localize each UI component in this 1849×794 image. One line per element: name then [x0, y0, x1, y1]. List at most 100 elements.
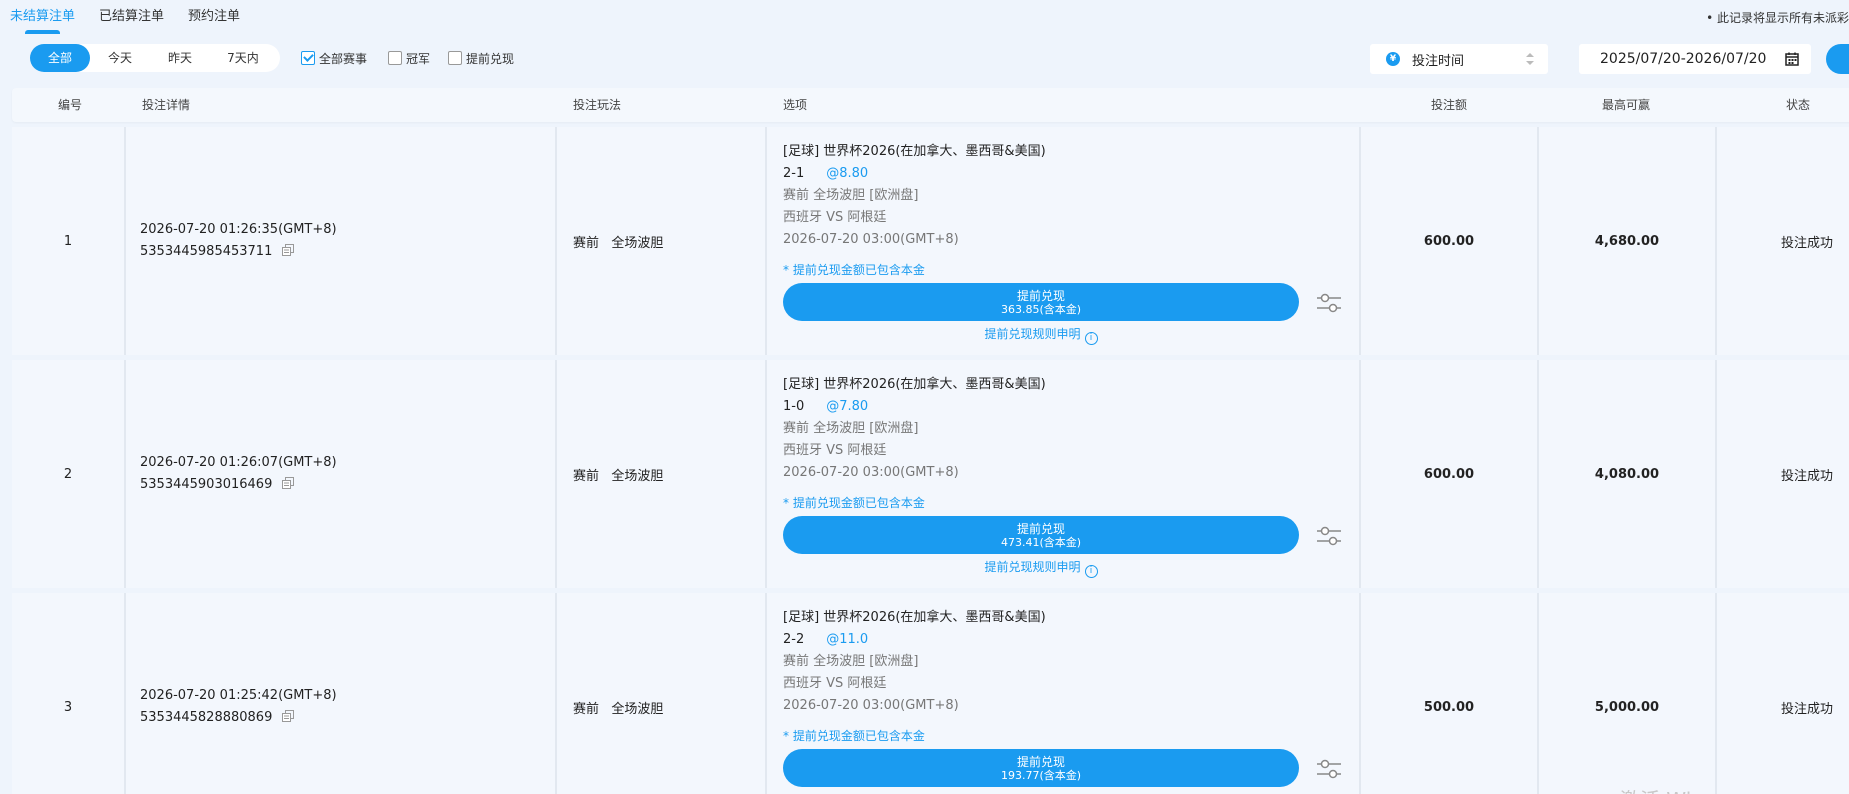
row-detail: 2026-07-20 01:26:35(GMT+8) 5353445985453…: [126, 127, 557, 355]
match-name: 西班牙 VS 阿根廷: [783, 676, 887, 691]
date-range-picker[interactable]: 2025/07/20-2026/07/20: [1579, 44, 1811, 74]
table-row: 1 2026-07-20 01:26:35(GMT+8) 53534459854…: [12, 127, 1849, 355]
range-yesterday-button[interactable]: 昨天: [150, 44, 210, 72]
row-max-win: 5,000.00: [1539, 593, 1717, 794]
bet-id: 5353445903016469: [140, 477, 273, 492]
score-line: 2-2 @11.0: [783, 629, 1359, 651]
row-number-text: 3: [63, 699, 73, 715]
champion-checkbox[interactable]: 冠军: [388, 50, 430, 66]
cashout-amount: 363.85(含本金): [1000, 302, 1082, 316]
max-win-amount: 4,080.00: [1594, 466, 1660, 482]
checkbox-box: [448, 51, 462, 65]
status-text: 投注成功: [1780, 468, 1833, 484]
bet-id-line: 5353445903016469: [140, 474, 337, 496]
col-status: 状态: [1786, 98, 1811, 112]
info-icon: i: [1084, 331, 1098, 345]
tab-settled[interactable]: 已结算注单: [99, 0, 164, 34]
copy-icon[interactable]: [282, 244, 295, 256]
range-all-button[interactable]: 全部: [30, 44, 90, 72]
table-header: 编号 投注详情 投注玩法 选项 投注额 最高可赢 状态: [12, 88, 1849, 122]
cashout-amount: 193.77(含本金): [1000, 768, 1082, 782]
cashout-checkbox[interactable]: 提前兑现: [448, 50, 514, 66]
filter-row: 全部 今天 昨天 7天内 全部赛事 冠军 提前兑现 ¥ 投注时间 2025/07…: [0, 42, 1849, 74]
date-range-value: 2025/07/20-2026/07/20: [1600, 51, 1767, 67]
range-today-button[interactable]: 今天: [90, 44, 150, 72]
row-stake: 600.00: [1361, 360, 1539, 588]
tab-reserved[interactable]: 预约注单: [188, 0, 240, 34]
date-range-group: 全部 今天 昨天 7天内: [30, 44, 280, 72]
row-play: 赛前 全场波胆: [557, 593, 767, 794]
market-name: 赛前 全场波胆 [欧洲盘]: [783, 188, 919, 203]
row-detail: 2026-07-20 01:25:42(GMT+8) 5353445828880…: [126, 593, 557, 794]
odds: @8.80: [826, 166, 869, 181]
status-text: 投注成功: [1780, 701, 1833, 717]
bet-id-line: 5353445828880869: [140, 707, 337, 729]
cashout-label: 提前兑现: [1016, 521, 1065, 536]
max-win-amount: 5,000.00: [1594, 699, 1660, 715]
score-line: 1-0 @7.80: [783, 396, 1359, 418]
sort-arrows-icon: [1526, 52, 1534, 66]
selection-block: [足球] 世界杯2026(在加拿大、墨西哥&美国) 1-0 @7.80 赛前 全场…: [767, 360, 1359, 578]
checkbox-box: [301, 51, 315, 65]
row-number: 2: [12, 360, 126, 588]
match-time: 2026-07-20 03:00(GMT+8): [783, 232, 959, 247]
market-name: 赛前 全场波胆 [欧洲盘]: [783, 421, 919, 436]
checkbox-label: 提前兑现: [466, 51, 515, 66]
sliders-icon[interactable]: [1315, 524, 1343, 548]
checkbox-label: 全部赛事: [319, 51, 368, 66]
league-name: [足球] 世界杯2026(在加拿大、墨西哥&美国): [783, 144, 1046, 159]
league-name: [足球] 世界杯2026(在加拿大、墨西哥&美国): [783, 377, 1046, 392]
tab-unsettled[interactable]: 未结算注单: [10, 0, 75, 34]
bet-time: 2026-07-20 01:26:07(GMT+8): [140, 455, 337, 470]
table-row: 2 2026-07-20 01:26:07(GMT+8) 53534459030…: [12, 360, 1849, 588]
score: 2-1: [783, 166, 805, 181]
cashout-tip: * 提前兑现金额已包含本金: [783, 496, 925, 510]
copy-icon[interactable]: [282, 477, 295, 489]
row-selection: [足球] 世界杯2026(在加拿大、墨西哥&美国) 2-1 @8.80 赛前 全场…: [767, 127, 1361, 355]
odds: @7.80: [826, 399, 869, 414]
cashout-rule-link[interactable]: 提前兑现规则申明 i: [783, 323, 1299, 345]
bet-id: 5353445985453711: [140, 244, 273, 259]
col-play: 投注玩法: [573, 98, 622, 112]
score: 1-0: [783, 399, 805, 414]
sliders-icon[interactable]: [1315, 291, 1343, 315]
col-stake: 投注额: [1431, 98, 1468, 112]
bet-detail: 2026-07-20 01:26:35(GMT+8) 5353445985453…: [126, 219, 337, 263]
checkbox-box: [388, 51, 402, 65]
cashout-rule-link[interactable]: 提前兑现规则申明 i: [783, 556, 1299, 578]
bet-time: 2026-07-20 01:25:42(GMT+8): [140, 688, 337, 703]
row-detail: 2026-07-20 01:26:07(GMT+8) 5353445903016…: [126, 360, 557, 588]
watermark: 激活 Wi: [1620, 784, 1691, 794]
row-play: 赛前 全场波胆: [557, 127, 767, 355]
bet-time: 2026-07-20 01:26:35(GMT+8): [140, 222, 337, 237]
cashout-rule-text: 提前兑现规则申明: [984, 327, 1081, 341]
row-stake: 600.00: [1361, 127, 1539, 355]
bet-play: 赛前 全场波胆: [573, 701, 664, 717]
row-stake: 500.00: [1361, 593, 1539, 794]
market-name: 赛前 全场波胆 [欧洲盘]: [783, 654, 919, 669]
row-selection: [足球] 世界杯2026(在加拿大、墨西哥&美国) 2-2 @11.0 赛前 全场…: [767, 593, 1361, 794]
all-events-checkbox[interactable]: 全部赛事: [301, 50, 367, 66]
yen-icon: ¥: [1386, 52, 1400, 66]
range-7days-button[interactable]: 7天内: [210, 44, 276, 72]
score: 2-2: [783, 632, 805, 647]
sort-select[interactable]: ¥ 投注时间: [1370, 44, 1548, 74]
sliders-icon[interactable]: [1315, 757, 1343, 781]
row-selection: [足球] 世界杯2026(在加拿大、墨西哥&美国) 1-0 @7.80 赛前 全场…: [767, 360, 1361, 588]
calendar-icon: [1785, 52, 1799, 66]
cashout-label: 提前兑现: [1016, 754, 1065, 769]
cashout-button[interactable]: 提前兑现 473.41(含本金): [783, 516, 1299, 554]
col-detail: 投注详情: [142, 98, 191, 112]
stake-amount: 500.00: [1423, 699, 1475, 715]
cashout-button[interactable]: 提前兑现 363.85(含本金): [783, 283, 1299, 321]
bet-id: 5353445828880869: [140, 710, 273, 725]
row-max-win: 4,680.00: [1539, 127, 1717, 355]
row-number-text: 1: [63, 233, 73, 249]
row-number: 3: [12, 593, 126, 794]
odds: @11.0: [826, 632, 869, 647]
copy-icon[interactable]: [282, 710, 295, 722]
cashout-button[interactable]: 提前兑现 193.77(含本金): [783, 749, 1299, 787]
cashout-tip: * 提前兑现金额已包含本金: [783, 729, 925, 743]
search-button[interactable]: [1826, 44, 1849, 74]
col-max-win: 最高可赢: [1602, 98, 1651, 112]
